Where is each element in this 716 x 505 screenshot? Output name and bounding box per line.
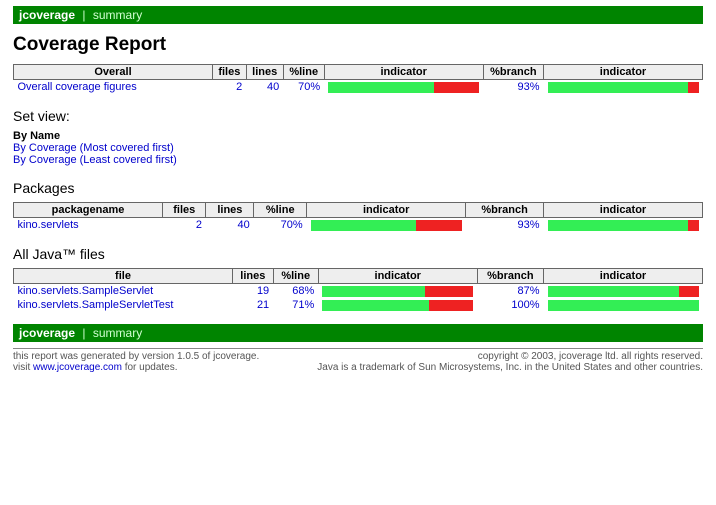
- cell-lines: 40: [246, 80, 283, 95]
- table-row: kino.servlets 24070% 93%: [14, 218, 703, 233]
- table-row: Overall coverage figures 2 40 70% 93%: [14, 80, 703, 95]
- page-title: Coverage Report: [13, 34, 703, 56]
- cell-pctline: 70%: [283, 80, 324, 95]
- cell-pctline: 70%: [254, 218, 307, 233]
- footer-visit-b: for updates.: [122, 362, 178, 373]
- footer-site-link[interactable]: www.jcoverage.com: [33, 362, 122, 373]
- cell-lines: 19: [233, 284, 274, 299]
- overall-link[interactable]: Overall coverage figures: [18, 81, 137, 93]
- col-lines: lines: [206, 203, 254, 218]
- col-pctbranch: %branch: [483, 65, 543, 80]
- files-title: All Java™ files: [13, 246, 703, 262]
- indicator-branch: [548, 286, 699, 297]
- col-pctline: %line: [283, 65, 324, 80]
- cell-pctbranch: 87%: [477, 284, 543, 299]
- cell-pctbranch: 93%: [483, 80, 543, 95]
- footer-trademark: Java is a trademark of Sun Microsystems,…: [317, 362, 703, 373]
- indicator-branch: [548, 220, 699, 231]
- setview-least-link[interactable]: By Coverage (Least covered first): [13, 154, 177, 166]
- col-lines: lines: [246, 65, 283, 80]
- indicator-branch: [548, 300, 699, 311]
- indicator-line: [322, 300, 473, 311]
- cell-files: 2: [213, 80, 247, 95]
- breadcrumb: summary: [93, 8, 142, 22]
- col-indicator-branch: indicator: [544, 269, 703, 284]
- col-files: files: [163, 203, 206, 218]
- header-bar: jcoverage | summary: [13, 6, 703, 24]
- col-pctline: %line: [273, 269, 318, 284]
- file-link[interactable]: kino.servlets.SampleServletTest: [18, 299, 174, 311]
- cell-lines: 21: [233, 298, 274, 312]
- col-file: file: [14, 269, 233, 284]
- files-table: file lines %line indicator %branch indic…: [13, 268, 703, 312]
- cell-pctbranch: 93%: [466, 218, 544, 233]
- col-indicator-branch: indicator: [544, 203, 703, 218]
- indicator-line: [328, 82, 479, 93]
- overall-table: Overall files lines %line indicator %bra…: [13, 64, 703, 94]
- col-indicator-branch: indicator: [544, 65, 703, 80]
- col-packagename: packagename: [14, 203, 163, 218]
- table-row: kino.servlets.SampleServlet 1968% 87%: [14, 284, 703, 299]
- setview-title: Set view:: [13, 108, 703, 124]
- cell-files: 2: [163, 218, 206, 233]
- indicator-branch: [548, 82, 699, 93]
- col-overall: Overall: [14, 65, 213, 80]
- cell-pctline: 71%: [273, 298, 318, 312]
- col-pctline: %line: [254, 203, 307, 218]
- cell-pctline: 68%: [273, 284, 318, 299]
- indicator-line: [322, 286, 473, 297]
- col-indicator-line: indicator: [307, 203, 466, 218]
- cell-pctbranch: 100%: [477, 298, 543, 312]
- package-link[interactable]: kino.servlets: [18, 219, 79, 231]
- col-lines: lines: [233, 269, 274, 284]
- setview-most-link[interactable]: By Coverage (Most covered first): [13, 142, 174, 154]
- footer-bar: jcoverage | summary: [13, 324, 703, 342]
- col-pctbranch: %branch: [466, 203, 544, 218]
- brand: jcoverage: [19, 8, 75, 22]
- footer-visit-a: visit: [13, 362, 33, 373]
- brand: jcoverage: [19, 326, 75, 340]
- file-link[interactable]: kino.servlets.SampleServlet: [18, 285, 154, 297]
- breadcrumb-separator: |: [82, 326, 85, 340]
- footer-copyright: copyright © 2003, jcoverage ltd. all rig…: [317, 351, 703, 362]
- cell-lines: 40: [206, 218, 254, 233]
- footer: this report was generated by version 1.0…: [13, 351, 703, 373]
- table-row: kino.servlets.SampleServletTest 2171% 100%: [14, 298, 703, 312]
- setview-byname: By Name: [13, 130, 703, 142]
- packages-table: packagename files lines %line indicator …: [13, 202, 703, 232]
- indicator-line: [311, 220, 462, 231]
- col-indicator-line: indicator: [324, 65, 483, 80]
- col-pctbranch: %branch: [477, 269, 543, 284]
- footer-generated: this report was generated by version 1.0…: [13, 351, 259, 362]
- breadcrumb-separator: |: [82, 8, 85, 22]
- breadcrumb: summary: [93, 326, 142, 340]
- col-files: files: [213, 65, 247, 80]
- packages-title: Packages: [13, 180, 703, 196]
- col-indicator-line: indicator: [318, 269, 477, 284]
